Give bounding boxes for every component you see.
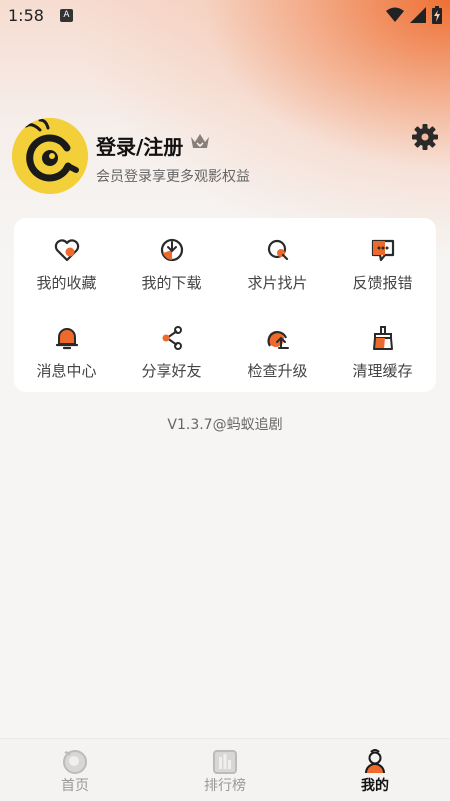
menu-item-downloads[interactable]: 我的下载 xyxy=(119,236,224,306)
menu-label: 反馈报错 xyxy=(352,274,413,292)
ant-logo-icon xyxy=(12,118,88,194)
menu-label: 检查升级 xyxy=(247,362,308,380)
status-icons xyxy=(386,6,442,24)
menu-label: 清理缓存 xyxy=(352,362,413,380)
menu-item-clear-cache[interactable]: 清理缓存 xyxy=(330,324,435,394)
menu-label: 我的收藏 xyxy=(36,274,97,292)
menu-item-share[interactable]: 分享好友 xyxy=(119,324,224,394)
menu-item-feedback[interactable]: 反馈报错 xyxy=(330,236,435,306)
menu-item-upgrade[interactable]: 检查升级 xyxy=(225,324,330,394)
nav-tab-profile[interactable]: 我的 xyxy=(300,739,450,801)
bell-icon xyxy=(55,328,78,350)
version-text: V1.3.7@蚂蚁追剧 xyxy=(167,417,283,433)
nav-tab-ranking[interactable]: 排行榜 xyxy=(150,739,300,801)
heart-icon xyxy=(54,239,79,262)
nav-label: 我的 xyxy=(361,778,389,794)
share-icon xyxy=(162,326,182,350)
menu-label: 分享好友 xyxy=(141,362,202,380)
battery-icon xyxy=(432,6,442,24)
login-subtitle: 会员登录享更多观影权益 xyxy=(96,169,250,185)
settings-gear-icon[interactable] xyxy=(412,124,438,150)
menu-item-request[interactable]: 求片找片 xyxy=(225,236,330,306)
nav-label: 排行榜 xyxy=(204,778,246,794)
bottom-nav: 首页 排行榜 我的 xyxy=(0,738,450,801)
login-register-link[interactable]: 登录/注册 xyxy=(96,131,183,160)
status-bar: 1:58 A xyxy=(0,0,450,32)
wifi-icon xyxy=(386,7,404,22)
avatar[interactable] xyxy=(12,118,88,194)
menu-card: 我的收藏 我的下载 求片找片 反馈报错 消息中心 分享好友 检查升级 清理缓存 xyxy=(14,218,436,392)
download-icon xyxy=(160,238,183,262)
menu-item-favorites[interactable]: 我的收藏 xyxy=(14,236,119,306)
feedback-icon xyxy=(371,239,394,262)
upgrade-icon xyxy=(266,331,289,349)
signal-icon xyxy=(410,7,426,23)
home-icon xyxy=(63,750,87,774)
menu-label: 消息中心 xyxy=(36,362,97,380)
menu-item-messages[interactable]: 消息中心 xyxy=(14,324,119,394)
nav-tab-home[interactable]: 首页 xyxy=(0,739,150,801)
menu-label: 求片找片 xyxy=(247,274,308,292)
ranking-icon xyxy=(213,750,237,774)
menu-label: 我的下载 xyxy=(141,274,202,292)
profile-header: 登录/注册 会员登录享更多观影权益 xyxy=(12,118,438,198)
vip-crown-icon xyxy=(191,134,209,148)
broom-icon xyxy=(372,326,393,350)
notification-icon: A xyxy=(60,9,73,22)
nav-label: 首页 xyxy=(61,778,89,794)
profile-icon xyxy=(365,749,385,774)
search-film-icon xyxy=(267,239,288,261)
status-time: 1:58 xyxy=(8,6,44,25)
